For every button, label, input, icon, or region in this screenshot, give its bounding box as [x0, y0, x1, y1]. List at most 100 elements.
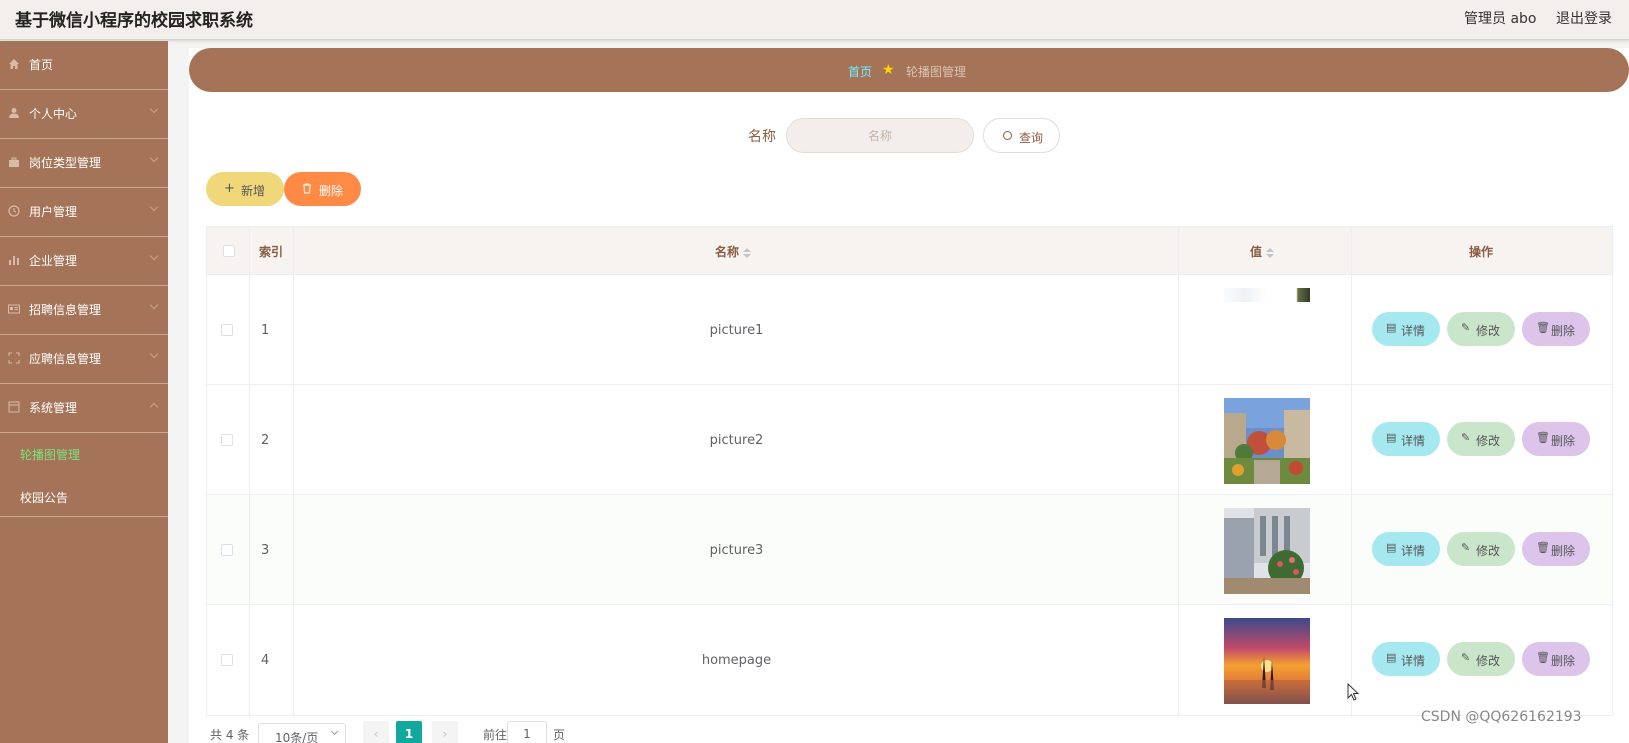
detail-button[interactable]: ▤ 详情 [1372, 422, 1440, 456]
chevron-down-icon [149, 349, 159, 359]
search-input[interactable] [786, 118, 974, 153]
page-size-value: 10条/页 [275, 731, 319, 743]
trash-icon: 🗑 [1536, 431, 1550, 444]
row-delete-button[interactable]: 🗑 删除 [1522, 532, 1590, 566]
select-all-checkbox[interactable] [223, 245, 235, 257]
goto-page-input[interactable] [507, 721, 547, 743]
trash-icon: 🗑 [1536, 321, 1550, 334]
detail-button[interactable]: ▤ 详情 [1372, 642, 1440, 676]
sort-icon[interactable] [1266, 247, 1275, 258]
briefcase-icon [9, 157, 19, 167]
sidebar-item-applications[interactable]: 应聘信息管理 [0, 335, 168, 384]
chevron-up-icon [149, 402, 159, 412]
delete-button-label: 删除 [319, 184, 344, 198]
page-number-current[interactable]: 1 [396, 721, 422, 743]
sidebar-item-companies[interactable]: 企业管理 [0, 237, 168, 286]
sunset-lake-thumbnail [1224, 618, 1310, 704]
row-delete-button[interactable]: 🗑 删除 [1522, 642, 1590, 676]
chevron-down-icon [149, 251, 159, 261]
data-table: 索引 名称 值 操作 1 picture1 ▤ 详情 ✎ 修改 🗑 删除 2 pict… [206, 226, 1613, 717]
edit-button[interactable]: ✎ 修改 [1447, 422, 1515, 456]
query-button[interactable]: 查询 [983, 118, 1060, 153]
column-header-value[interactable]: 值 [1250, 243, 1275, 260]
table-row: 2 picture2 ▤ 详情 ✎ 修改 🗑 删除 [207, 385, 1612, 495]
row-name: picture1 [709, 323, 764, 338]
column-header-name-label: 名称 [715, 245, 740, 259]
row-name: homepage [701, 653, 772, 668]
logout-link[interactable]: 退出登录 [1556, 8, 1612, 28]
edit-button[interactable]: ✎ 修改 [1447, 642, 1515, 676]
sidebar-item-system[interactable]: 系统管理 [0, 384, 168, 433]
row-delete-button[interactable]: 🗑 删除 [1522, 422, 1590, 456]
row-checkbox[interactable] [221, 544, 233, 556]
star-icon: ★ [882, 62, 895, 78]
next-page-button[interactable]: › [432, 721, 458, 743]
row-delete-button[interactable]: 🗑 删除 [1522, 312, 1590, 346]
column-divider [1351, 227, 1352, 717]
row-index: 2 [261, 433, 270, 448]
add-button-label: 新增 [241, 184, 266, 198]
sidebar-item-label: 系统管理 [29, 401, 78, 415]
row-index: 1 [261, 323, 270, 338]
sidebar-item-recruitment[interactable]: 招聘信息管理 [0, 286, 168, 335]
app-title: 基于微信小程序的校园求职系统 [15, 11, 253, 31]
mouse-cursor-icon [1347, 683, 1360, 701]
chevron-down-icon [149, 153, 159, 163]
sidebar-subitem-carousel[interactable]: 轮播图管理 [20, 446, 80, 463]
campus-garden-thumbnail [1224, 398, 1310, 484]
scan-icon [8, 352, 20, 364]
row-index: 4 [261, 653, 270, 668]
sort-icon[interactable] [743, 247, 752, 258]
trash-icon [303, 183, 311, 194]
id-card-icon [8, 304, 20, 314]
pencil-icon: ✎ [1461, 541, 1471, 554]
trash-icon: 🗑 [1536, 651, 1550, 664]
sidebar-subitem-announcements[interactable]: 校园公告 [20, 489, 68, 506]
trash-icon: 🗑 [1536, 541, 1550, 554]
detail-button[interactable]: ▤ 详情 [1372, 532, 1440, 566]
row-name: picture3 [709, 543, 764, 558]
broken-image-thumbnail [1224, 288, 1310, 302]
detail-button[interactable]: ▤ 详情 [1372, 312, 1440, 346]
chevron-down-icon [149, 104, 159, 114]
row-checkbox[interactable] [221, 654, 233, 666]
query-button-label: 查询 [1019, 131, 1044, 145]
sidebar: 首页 个人中心 岗位类型管理 用户管理 企业管理 招聘信息管理 应聘信息管理 系… [0, 41, 168, 743]
prev-page-button[interactable]: ‹ [363, 721, 389, 743]
edit-button[interactable]: ✎ 修改 [1447, 532, 1515, 566]
column-header-actions: 操作 [1469, 245, 1494, 259]
page-unit-label: 页 [553, 728, 566, 742]
plus-icon: + [224, 181, 235, 196]
row-checkbox[interactable] [221, 324, 233, 336]
row-index: 3 [261, 543, 270, 558]
chevron-down-icon [149, 300, 159, 310]
delete-button[interactable]: 删除 [284, 172, 361, 206]
document-icon: ▤ [1386, 431, 1397, 444]
chevron-down-icon [330, 727, 339, 736]
sidebar-divider [0, 516, 168, 517]
pagination-total: 共 4 条 [210, 728, 250, 742]
breadcrumb-home-link[interactable]: 首页 [848, 63, 872, 80]
add-button[interactable]: + 新增 [206, 172, 284, 206]
window-icon [8, 401, 20, 413]
sidebar-item-label: 招聘信息管理 [29, 303, 102, 317]
column-header-name[interactable]: 名称 [715, 243, 752, 260]
column-divider [293, 227, 294, 717]
sidebar-item-personal-center[interactable]: 个人中心 [0, 90, 168, 139]
sidebar-item-home[interactable]: 首页 [0, 41, 168, 90]
column-header-index: 索引 [259, 245, 284, 259]
table-header-row: 索引 名称 值 操作 [207, 227, 1612, 275]
edit-button[interactable]: ✎ 修改 [1447, 312, 1515, 346]
column-header-value-label: 值 [1250, 245, 1263, 259]
goto-label: 前往 [483, 728, 508, 742]
chevron-right-icon: › [442, 727, 448, 741]
page-size-select[interactable]: 10条/页 [258, 723, 346, 743]
table-row: 3 picture3 ▤ 详情 ✎ 修改 🗑 删除 [207, 495, 1612, 605]
sidebar-item-label: 个人中心 [29, 107, 78, 121]
column-divider [249, 227, 250, 717]
document-icon: ▤ [1386, 651, 1397, 664]
sidebar-item-users[interactable]: 用户管理 [0, 188, 168, 237]
row-checkbox[interactable] [221, 434, 233, 446]
bar-chart-icon [9, 256, 19, 265]
sidebar-item-job-types[interactable]: 岗位类型管理 [0, 139, 168, 188]
